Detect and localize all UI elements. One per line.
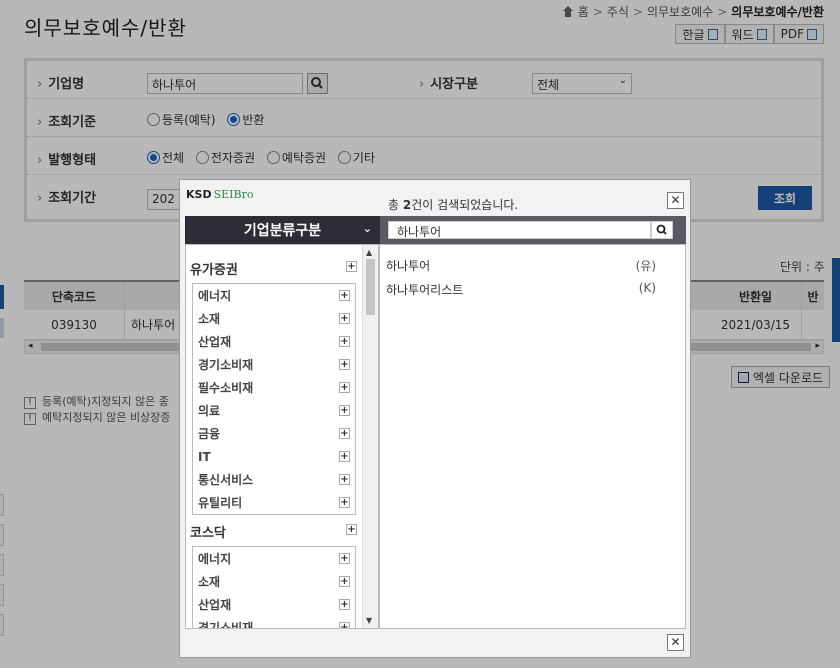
expand-icon[interactable]: + <box>339 428 350 439</box>
tree-item-label: 경기소비재 <box>198 621 254 629</box>
tree-item[interactable]: 금융 + <box>193 422 355 445</box>
scroll-down-icon[interactable]: ▼ <box>366 616 372 625</box>
tree-group-label: 유가증권 <box>190 263 238 278</box>
expand-icon[interactable]: + <box>339 359 350 370</box>
tree-item-label: 산업재 <box>198 598 232 612</box>
expand-icon[interactable]: + <box>346 261 357 272</box>
tree-item-label: 소재 <box>198 575 221 589</box>
result-item-type: (K) <box>638 281 656 295</box>
expand-icon[interactable]: + <box>339 553 350 564</box>
category-dropdown[interactable]: 기업분류구분 ⌄ <box>185 216 380 244</box>
result-summary: 총 2건이 검색되었습니다. <box>388 196 518 213</box>
tree-item[interactable]: 에너지 + <box>193 547 355 570</box>
ksd-logo: KSD SEIBro <box>186 188 253 201</box>
expand-icon[interactable]: + <box>339 405 350 416</box>
tree-item-label: 소재 <box>198 312 221 326</box>
tree-item[interactable]: 산업재 + <box>193 593 355 616</box>
close-icon[interactable]: ✕ <box>667 192 684 209</box>
expand-icon[interactable]: + <box>339 622 350 628</box>
tree-item-label: 의료 <box>198 404 221 418</box>
tree-item-label: 금융 <box>198 427 221 441</box>
chevron-down-icon: ⌄ <box>362 222 372 235</box>
expand-icon[interactable]: + <box>339 497 350 508</box>
popup-search-button[interactable] <box>651 221 673 239</box>
scroll-up-icon[interactable]: ▲ <box>366 248 372 257</box>
tree-item-label: 에너지 <box>198 552 232 566</box>
popup-search-input[interactable]: 하나투어 <box>388 221 651 239</box>
logo-ksd-text: KSD <box>186 188 212 201</box>
tree-item-label: 산업재 <box>198 335 232 349</box>
tree-item[interactable]: 에너지 + <box>193 284 355 307</box>
tree-group-label: 코스닥 <box>190 526 226 541</box>
result-item[interactable]: 하나투어 (유) <box>386 257 656 274</box>
expand-icon[interactable]: + <box>339 576 350 587</box>
result-count: 2 <box>402 198 412 212</box>
tree-item-label: 통신서비스 <box>198 473 254 487</box>
tree-sublist-kospi: 에너지 + 소재 + 산업재 + 경기소비재 + 필수소비재 + 의료 + 금융 + IT + … <box>192 283 356 515</box>
logo-seibro-text: SEIBro <box>213 188 254 201</box>
tree-item[interactable]: 경기소비재 + <box>193 353 355 376</box>
expand-icon[interactable]: + <box>339 451 350 462</box>
expand-icon[interactable]: + <box>346 524 357 535</box>
tree-item[interactable]: 필수소비재 + <box>193 376 355 399</box>
tree-item-label: IT <box>198 449 211 464</box>
expand-icon[interactable]: + <box>339 382 350 393</box>
expand-icon[interactable]: + <box>339 599 350 610</box>
tree-item[interactable]: 소재 + <box>193 307 355 330</box>
tree-item-label: 에너지 <box>198 289 232 303</box>
search-result-list: 하나투어 (유) 하나투어리스트 (K) <box>379 244 686 629</box>
tree-group-kospi[interactable]: 유가증권 + <box>190 259 357 278</box>
tree-item-label: 유틸리티 <box>198 496 243 510</box>
tree-item[interactable]: 통신서비스 + <box>193 468 355 491</box>
tree-group-kosdaq[interactable]: 코스닥 + <box>190 522 357 541</box>
scroll-thumb[interactable] <box>366 259 375 315</box>
tree-item[interactable]: 경기소비재 + <box>193 616 355 629</box>
popup-search-bar: 하나투어 <box>380 216 686 244</box>
result-item-name[interactable]: 하나투어 <box>386 257 430 274</box>
tree-item-label: 경기소비재 <box>198 358 254 372</box>
tree-item[interactable]: IT + <box>193 445 355 468</box>
expand-icon[interactable]: + <box>339 474 350 485</box>
tree-item[interactable]: 산업재 + <box>193 330 355 353</box>
result-prefix: 총 <box>388 198 400 212</box>
result-suffix: 건이 검색되었습니다. <box>411 198 519 212</box>
expand-icon[interactable]: + <box>339 336 350 347</box>
result-item[interactable]: 하나투어리스트 (K) <box>386 281 656 298</box>
category-header-label: 기업분류구분 <box>243 223 322 239</box>
result-item-type: (유) <box>635 259 656 273</box>
company-search-popup: KSD SEIBro 총 2건이 검색되었습니다. ✕ 기업분류구분 ⌄ 하나투… <box>179 179 691 658</box>
expand-icon[interactable]: + <box>339 290 350 301</box>
tree-item[interactable]: 의료 + <box>193 399 355 422</box>
expand-icon[interactable]: + <box>339 313 350 324</box>
tree-sublist-kosdaq: 에너지 + 소재 + 산업재 + 경기소비재 + <box>192 546 356 629</box>
close-icon[interactable]: ✕ <box>667 634 684 651</box>
result-item-name[interactable]: 하나투어리스트 <box>386 281 463 298</box>
tree-vertical-scrollbar[interactable]: ▲ ▼ <box>362 245 378 628</box>
tree-item[interactable]: 유틸리티 + <box>193 491 355 514</box>
tree-item-label: 필수소비재 <box>198 381 254 395</box>
search-icon <box>656 224 667 235</box>
tree-item[interactable]: 소재 + <box>193 570 355 593</box>
category-tree: 유가증권 + 에너지 + 소재 + 산업재 + 경기소비재 + 필수소비재 + 의료 + 금… <box>185 244 379 629</box>
